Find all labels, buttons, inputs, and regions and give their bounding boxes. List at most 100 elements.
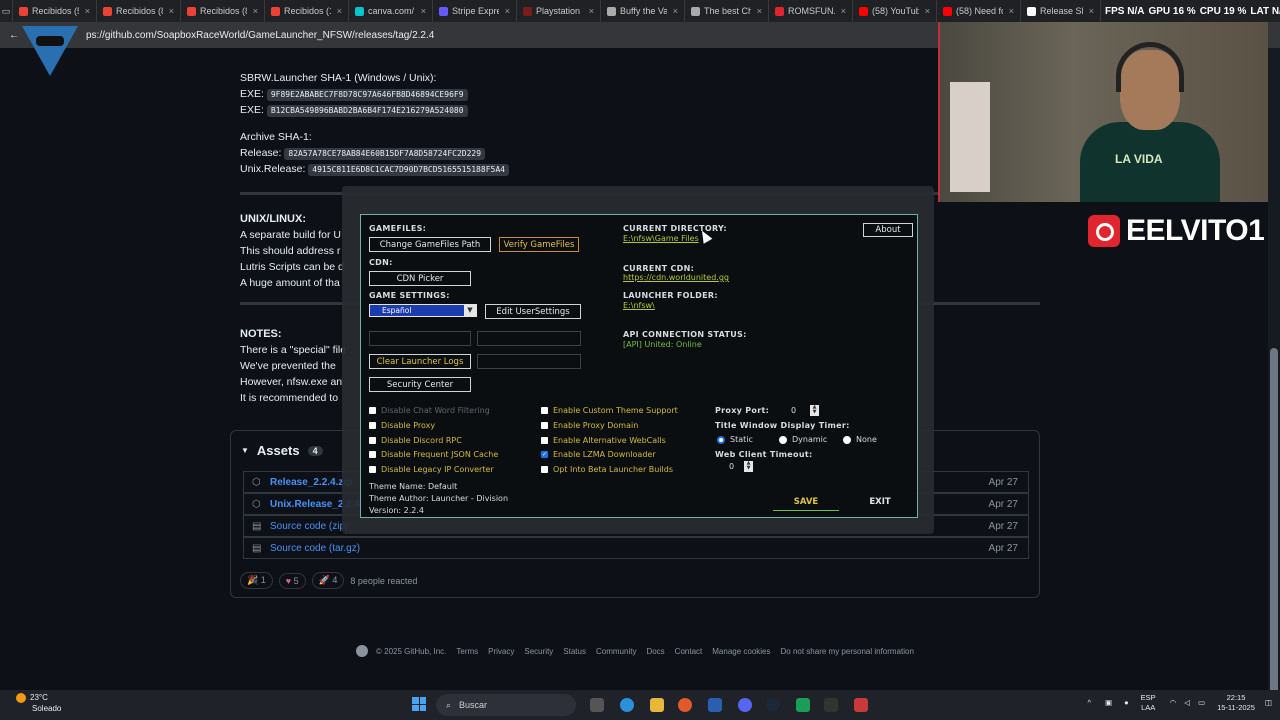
radio-none[interactable]: None — [843, 435, 877, 444]
close-tab-icon[interactable]: × — [1009, 6, 1014, 16]
checkbox-checked-icon[interactable]: ✓ — [541, 451, 548, 458]
battery-icon[interactable]: ▭ — [1198, 698, 1205, 708]
close-tab-icon[interactable]: × — [1089, 6, 1094, 16]
change-gamefiles-path-button[interactable]: Change GameFiles Path — [369, 237, 491, 252]
checkbox-box[interactable] — [369, 466, 376, 473]
close-tab-icon[interactable]: × — [589, 6, 594, 16]
close-tab-icon[interactable]: × — [169, 6, 174, 16]
xbox-icon[interactable] — [796, 698, 810, 712]
proxy-port-input[interactable]: 0 ▲ ▼ — [781, 405, 823, 416]
asset-link[interactable]: Source code (zip) — [270, 521, 348, 532]
close-tab-icon[interactable]: × — [337, 6, 342, 16]
checkbox-lzma-downloader[interactable]: ✓ Enable LZMA Downloader — [541, 450, 656, 459]
footer-link[interactable]: Privacy — [488, 647, 514, 656]
checkbox-box[interactable] — [541, 466, 548, 473]
asset-link[interactable]: Release_2.2.4.zip — [270, 477, 352, 488]
browser-tab[interactable]: canva.com/ × — [349, 0, 433, 22]
current-directory-link[interactable]: E:\nfsw\Game Files — [623, 234, 699, 243]
web-timeout-input[interactable]: 0 ▲ ▼ — [717, 461, 759, 472]
checkbox-box[interactable] — [369, 422, 376, 429]
checkbox-disable-json-cache[interactable]: Disable Frequent JSON Cache — [369, 450, 498, 459]
close-tab-icon[interactable]: × — [85, 6, 90, 16]
save-button[interactable]: SAVE — [773, 493, 839, 511]
microphone-icon[interactable]: ● — [1124, 698, 1129, 708]
checkbox-box[interactable] — [369, 407, 376, 414]
clear-launcher-logs-button[interactable]: Clear Launcher Logs — [369, 354, 471, 369]
windows-start-icon[interactable] — [412, 697, 426, 711]
exit-button[interactable]: EXIT — [847, 493, 913, 511]
epic-games-icon[interactable] — [824, 698, 838, 712]
browser-tab[interactable]: Buffy the Va × — [601, 0, 685, 22]
browser-tab[interactable]: Stripe Expre × — [433, 0, 517, 22]
checkbox-box[interactable] — [541, 407, 548, 414]
asset-link[interactable]: Source code (tar.gz) — [270, 543, 360, 554]
checkbox-disable-proxy[interactable]: Disable Proxy — [369, 421, 435, 430]
scrollbar-thumb[interactable] — [1270, 348, 1278, 718]
reaction-party[interactable]: 🎉 1 — [240, 572, 273, 589]
checkbox-box[interactable] — [541, 422, 548, 429]
footer-link[interactable]: Docs — [646, 647, 664, 656]
browser-tab[interactable]: Release SBR × — [1021, 0, 1101, 22]
edit-usersettings-button[interactable]: Edit UserSettings — [485, 304, 581, 319]
steam-icon[interactable] — [766, 698, 780, 712]
verify-gamefiles-button[interactable]: Verify GameFiles — [499, 237, 579, 252]
radio-icon[interactable] — [779, 435, 787, 444]
browser-tab[interactable]: Playstation × — [517, 0, 601, 22]
browser-tab[interactable]: Recibidos (5 × — [13, 0, 97, 22]
radio-dynamic[interactable]: Dynamic — [779, 435, 827, 444]
browser-tab[interactable]: Recibidos (1 × — [265, 0, 349, 22]
checkbox-disable-legacy-ip[interactable]: Disable Legacy IP Converter — [369, 465, 494, 474]
store-icon[interactable] — [708, 698, 722, 712]
language-select[interactable]: Español ▼ — [369, 304, 477, 317]
checkbox-box[interactable] — [369, 451, 376, 458]
checkbox-box[interactable] — [541, 437, 548, 444]
footer-link[interactable]: Status — [563, 647, 586, 656]
window-menu-icon[interactable]: ▭ — [0, 0, 13, 22]
checkbox-box[interactable] — [369, 437, 376, 444]
back-arrow-icon[interactable]: ← — [4, 30, 24, 41]
checkbox-proxy-domain[interactable]: Enable Proxy Domain — [541, 421, 638, 430]
radio-icon[interactable] — [843, 435, 851, 444]
task-view-icon[interactable] — [590, 698, 604, 712]
page-scrollbar[interactable] — [1268, 48, 1280, 718]
close-tab-icon[interactable]: × — [841, 6, 846, 16]
browser-tab[interactable]: ROMSFUN.C × — [769, 0, 853, 22]
url-field[interactable]: ps://github.com/SoapboxRaceWorld/GameLau… — [86, 30, 434, 41]
current-cdn-link[interactable]: https://cdn.worldunited.gg — [623, 273, 729, 282]
browser-tab[interactable]: (58) YouTub × — [853, 0, 937, 22]
assets-header[interactable]: ▼ Assets 4 — [241, 443, 323, 458]
volume-icon[interactable]: ◁ — [1184, 698, 1190, 708]
asset-row[interactable]: ▤ Source code (tar.gz) Apr 27 — [243, 537, 1029, 559]
cdn-picker-button[interactable]: CDN Picker — [369, 271, 471, 286]
spinner-arrows-icon[interactable]: ▲ ▼ — [744, 461, 754, 472]
checkbox-disable-chat-filter[interactable]: Disable Chat Word Filtering — [369, 406, 490, 415]
reaction-rocket[interactable]: 🚀 4 — [311, 572, 345, 589]
footer-link[interactable]: Security — [524, 647, 553, 656]
language-indicator[interactable]: ESP LAA — [1141, 693, 1156, 713]
weather-widget[interactable]: 23°C Soleado — [16, 692, 61, 714]
footer-link[interactable]: Contact — [675, 647, 703, 656]
radio-selected-icon[interactable] — [717, 435, 725, 444]
about-button[interactable]: About — [863, 223, 913, 237]
checkbox-custom-theme[interactable]: Enable Custom Theme Support — [541, 406, 678, 415]
close-tab-icon[interactable]: × — [673, 6, 678, 16]
close-tab-icon[interactable]: × — [505, 6, 510, 16]
firefox-icon[interactable] — [678, 698, 692, 712]
checkbox-beta-builds[interactable]: Opt Into Beta Launcher Builds — [541, 465, 673, 474]
edge-icon[interactable] — [620, 698, 634, 712]
discord-icon[interactable] — [738, 698, 752, 712]
close-tab-icon[interactable]: × — [925, 6, 930, 16]
game-launcher-icon[interactable] — [854, 698, 868, 712]
security-center-button[interactable]: Security Center — [369, 377, 471, 392]
checkbox-alt-webcalls[interactable]: Enable Alternative WebCalls — [541, 436, 666, 445]
file-explorer-icon[interactable] — [650, 698, 664, 712]
clock[interactable]: 22:15 15-11-2025 — [1217, 693, 1255, 713]
footer-link[interactable]: Do not share my personal information — [781, 647, 914, 656]
footer-link[interactable]: Manage cookies — [712, 647, 770, 656]
close-tab-icon[interactable]: × — [253, 6, 258, 16]
network-icon[interactable]: ▣ — [1105, 698, 1112, 708]
browser-tab[interactable]: Recibidos (8 × — [97, 0, 181, 22]
footer-link[interactable]: Terms — [456, 647, 478, 656]
launcher-folder-link[interactable]: E:\nfsw\ — [623, 301, 655, 310]
chevron-up-icon[interactable]: ^ — [1088, 698, 1092, 708]
